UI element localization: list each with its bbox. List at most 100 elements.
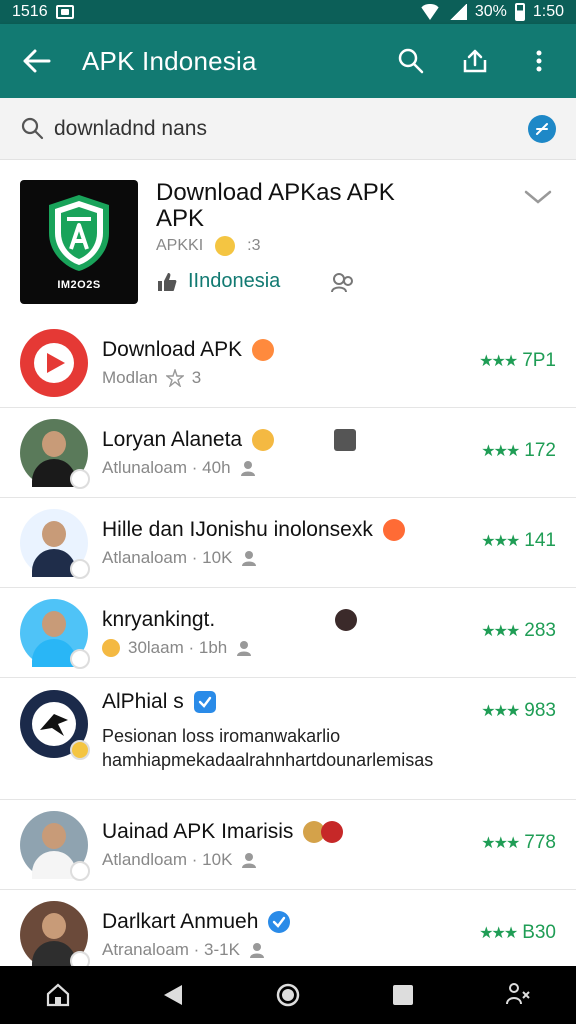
list-item[interactable]: knryankingt. 30laam · 1bh ★★★ 283 xyxy=(0,588,576,678)
item-meta-text: Atlandloam · 10K xyxy=(102,849,233,869)
rating-value: 172 xyxy=(524,440,556,461)
avatar xyxy=(20,810,90,881)
rating-value: B30 xyxy=(522,922,556,943)
thumbnail-icon xyxy=(334,428,357,451)
group-icon xyxy=(242,550,257,566)
verified-icon xyxy=(268,911,291,933)
featured-subtitle-count: :3 xyxy=(247,237,261,254)
item-meta-text: Atlanaloam · 10K xyxy=(102,547,233,567)
list-item[interactable]: Hille dan IJonishu inolonsexk Atlanaloam… xyxy=(0,498,576,588)
rating: ★★★ 172 xyxy=(481,440,556,462)
thumbs-up-icon[interactable] xyxy=(156,271,178,293)
more-options-button[interactable] xyxy=(516,38,562,84)
item-meta-text: Atlunaloam · 40h xyxy=(102,457,231,477)
avatar-face xyxy=(42,430,66,457)
list-item[interactable]: Loryan Alaneta Atlunaloam · 40h ★★★ 172 xyxy=(0,408,576,498)
chevron-down-icon[interactable] xyxy=(524,188,552,206)
avatar xyxy=(20,508,90,579)
rating: ★★★ 7P1 xyxy=(479,350,556,372)
verified-badge-icon xyxy=(70,740,90,760)
avatar xyxy=(20,418,90,489)
item-meta-text: Atranaloam · 3-1K xyxy=(102,940,240,959)
featured-title-line1: Download APKas APK xyxy=(156,179,395,206)
list-item[interactable]: AlPhial s Pesionan loss iromanwakarlio h… xyxy=(0,678,576,800)
recents-nav-button[interactable] xyxy=(383,975,423,1015)
battery-icon xyxy=(514,3,525,21)
search-icon xyxy=(398,48,424,74)
app-title: APK Indonesia xyxy=(82,45,257,76)
rating-stars: ★★★ xyxy=(481,703,520,720)
share-button[interactable] xyxy=(452,38,498,84)
list-item[interactable]: Uainad APK Imarisis Atlandloam · 10K ★★★… xyxy=(0,800,576,890)
search-icon xyxy=(21,117,44,139)
verified-badge-icon xyxy=(70,558,90,579)
small-avatar-icon xyxy=(335,608,358,631)
search-input[interactable]: downladnd nans xyxy=(54,117,528,141)
avatar xyxy=(20,901,90,971)
featured-app-card[interactable]: IM2O2S Download APKas APK APK APKKI :3 I… xyxy=(0,170,576,316)
rating-value: 283 xyxy=(524,620,556,641)
voice-search-icon xyxy=(536,122,548,135)
avatar-face xyxy=(42,610,66,637)
rating-stars: ★★★ xyxy=(481,443,520,460)
search-button[interactable] xyxy=(388,38,434,84)
emoji-icon xyxy=(321,820,344,843)
item-desc-line2: hamhiapmekadaalrahnhartdounarlemisas xyxy=(102,750,434,770)
item-meta-text: 30laam · 1bh xyxy=(128,637,228,657)
language-label[interactable]: IIndonesia xyxy=(188,270,280,293)
group-icon xyxy=(242,852,257,868)
rating-value: 778 xyxy=(524,832,556,853)
group-icon[interactable] xyxy=(330,271,356,293)
rating-stars: ★★★ xyxy=(479,925,518,942)
voice-search-button[interactable] xyxy=(528,114,556,143)
app-bar: APK Indonesia xyxy=(0,24,576,98)
group-icon xyxy=(240,460,255,476)
arrow-left-icon xyxy=(23,49,51,73)
avatar-body xyxy=(32,850,76,879)
rating-value: 141 xyxy=(524,530,556,551)
back-triangle-icon xyxy=(163,985,182,1005)
group-icon xyxy=(249,943,264,958)
verified-icon xyxy=(193,691,216,713)
group-icon xyxy=(237,640,252,656)
avatar-body xyxy=(32,941,76,969)
more-vert-icon xyxy=(536,50,542,72)
avatar-body xyxy=(32,548,76,577)
search-bar[interactable]: downladnd nans xyxy=(0,98,576,160)
logo-caption: IM2O2S xyxy=(57,279,101,291)
system-nav-bar xyxy=(0,966,576,1024)
rating-stars: ★★★ xyxy=(481,533,520,550)
status-left-text: 1516 xyxy=(12,3,48,20)
list-item[interactable]: Download APK Modlan 3 ★★★ 7P1 xyxy=(0,318,576,408)
share-icon xyxy=(463,49,487,73)
play-icon xyxy=(34,342,74,383)
avatar-face xyxy=(42,520,66,547)
avatar xyxy=(20,328,88,397)
screen: 1516 30% 1:50 APK Indonesia downladnd na… xyxy=(0,0,576,1024)
featured-info: Download APKas APK APK APKKI :3 IIndones… xyxy=(156,180,556,306)
status-time: 1:50 xyxy=(532,3,564,20)
recents-square-icon xyxy=(393,985,414,1005)
home-nav-button[interactable] xyxy=(268,975,308,1015)
channel-list: Download APK Modlan 3 ★★★ 7P1 Loryan Ala… xyxy=(0,318,576,980)
back-nav-button[interactable] xyxy=(153,975,193,1015)
item-name-text: Download APK xyxy=(102,337,243,361)
back-button[interactable] xyxy=(14,38,60,84)
item-name-text: Loryan Alaneta xyxy=(102,427,243,451)
featured-subtitle: APKKI xyxy=(156,237,204,254)
rating: ★★★ 283 xyxy=(481,620,556,642)
status-bar: 1516 30% 1:50 xyxy=(0,0,576,24)
emoji-icon xyxy=(252,428,275,451)
rating-stars: ★★★ xyxy=(481,835,520,852)
item-name-text: Hille dan IJonishu inolonsexk xyxy=(102,517,373,541)
item-name-text: Uainad APK Imarisis xyxy=(102,819,294,843)
star-outline-icon xyxy=(165,368,184,387)
item-meta-text: Modlan xyxy=(102,367,158,387)
verified-badge-icon xyxy=(70,468,90,489)
accessibility-nav-button[interactable] xyxy=(498,975,538,1015)
featured-title-line2: APK xyxy=(156,205,205,232)
home-app-button[interactable] xyxy=(38,975,78,1015)
avatar-body xyxy=(32,458,76,487)
rating: ★★★ B30 xyxy=(479,922,556,944)
emoji-icon xyxy=(102,638,120,657)
